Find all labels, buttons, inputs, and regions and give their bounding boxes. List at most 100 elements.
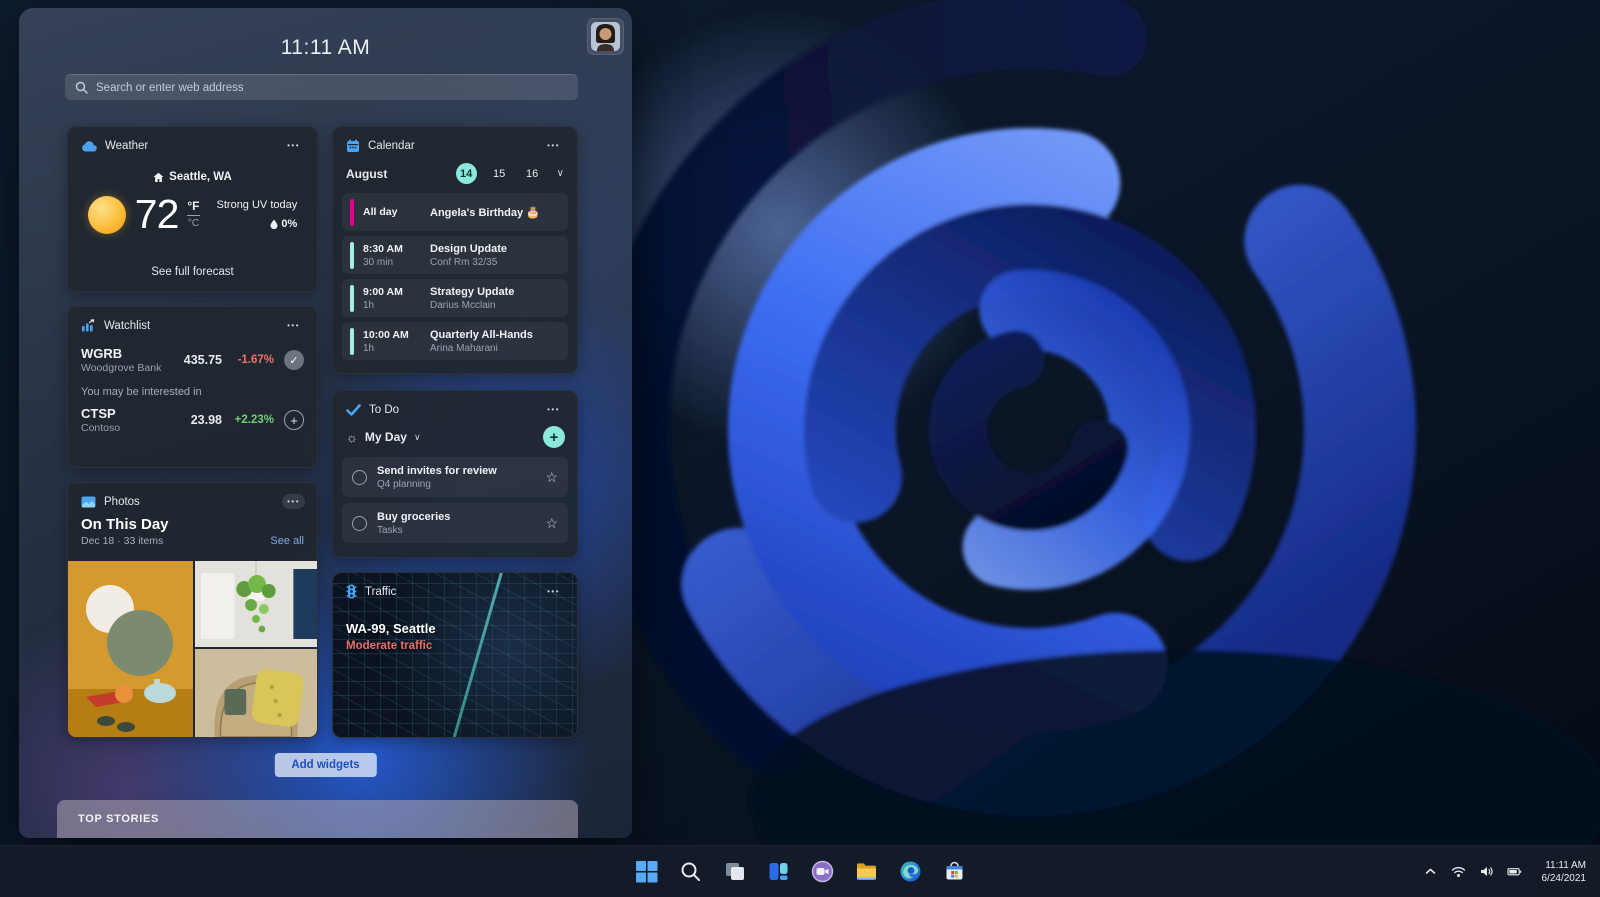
event-time: 9:00 AM — [363, 286, 421, 298]
top-stories-section[interactable]: TOP STORIES — [57, 800, 578, 838]
photo-thumbnail[interactable] — [195, 649, 317, 737]
event-title: Strategy Update — [430, 286, 514, 298]
photo-thumbnail[interactable] — [68, 561, 193, 737]
droplet-icon — [270, 219, 278, 229]
event-row[interactable]: 10:00 AM 1h Quarterly All-Hands Arina Ma… — [342, 322, 568, 360]
avatar-image — [591, 22, 620, 51]
battery-icon[interactable] — [1504, 858, 1526, 886]
calendar-title: Calendar — [368, 140, 415, 152]
watchlist-added-check-icon[interactable]: ✓ — [284, 350, 304, 370]
photos-subheading: Dec 18 · 33 items — [81, 535, 270, 547]
photo-thumbnail[interactable] — [195, 561, 317, 647]
event-duration: 30 min — [363, 257, 421, 268]
chair-pillow-photo — [195, 649, 317, 737]
search-icon — [679, 860, 702, 883]
unit-celsius[interactable]: °C — [188, 216, 199, 229]
widgets-button[interactable] — [761, 853, 795, 891]
user-avatar[interactable] — [587, 18, 624, 55]
calendar-widget: Calendar ••• August 14 15 16 ∨ All day — [332, 126, 578, 374]
task-complete-circle[interactable] — [352, 470, 367, 485]
photos-more-button[interactable]: ••• — [282, 494, 305, 509]
event-row[interactable]: 8:30 AM 30 min Design Update Conf Rm 32/… — [342, 236, 568, 274]
traffic-status: Moderate traffic — [346, 640, 577, 652]
task-view-button[interactable] — [717, 853, 751, 891]
stock-change: -1.67% — [222, 354, 274, 366]
todo-list-selector[interactable]: ☼ My Day ∨ + — [346, 426, 565, 448]
file-explorer-button[interactable] — [849, 853, 883, 891]
event-title: Quarterly All-Hands — [430, 329, 533, 341]
task-row[interactable]: Send invites for review Q4 planning ☆ — [342, 457, 568, 497]
tray-chevron-up-icon[interactable] — [1420, 858, 1442, 886]
todo-widget: To Do ••• ☼ My Day ∨ + Send invites for … — [332, 390, 578, 558]
wifi-icon[interactable] — [1448, 858, 1470, 886]
traffic-widget[interactable]: Traffic ••• WA-99, Seattle Moderate traf… — [332, 572, 578, 738]
task-complete-circle[interactable] — [352, 516, 367, 531]
date-chip-16[interactable]: 16 — [522, 163, 543, 184]
date-chip-15[interactable]: 15 — [489, 163, 510, 184]
stock-row[interactable]: WGRB Woodgrove Bank 435.75 -1.67% ✓ — [81, 346, 304, 374]
photo-grid — [68, 561, 317, 737]
still-life-photo — [68, 561, 193, 737]
stock-price: 435.75 — [170, 353, 222, 367]
calendar-date-row: August 14 15 16 ∨ — [346, 163, 564, 184]
traffic-more-button[interactable]: ••• — [542, 584, 565, 599]
calendar-month: August — [346, 167, 444, 181]
task-row[interactable]: Buy groceries Tasks ☆ — [342, 503, 568, 543]
watchlist-chart-icon — [81, 319, 96, 332]
see-all-link[interactable]: See all — [270, 535, 304, 547]
unit-fahrenheit[interactable]: °F — [187, 200, 199, 216]
event-color-bar — [350, 242, 354, 269]
search-icon — [75, 81, 88, 94]
see-full-forecast-link[interactable]: See full forecast — [68, 266, 317, 278]
event-duration: 1h — [363, 343, 421, 354]
my-day-sun-icon: ☼ — [346, 430, 358, 445]
tray-time: 11:11 AM — [1545, 860, 1586, 871]
edge-button[interactable] — [893, 853, 927, 891]
stock-company: Woodgrove Bank — [81, 362, 170, 374]
calendar-expand-chevron-icon[interactable]: ∨ — [557, 168, 564, 179]
traffic-title: Traffic — [365, 586, 396, 598]
event-title: Design Update — [430, 243, 507, 255]
event-subtitle: Darius Mcclain — [430, 300, 514, 311]
start-button[interactable] — [629, 853, 663, 891]
taskbar-search-button[interactable] — [673, 853, 707, 891]
event-row[interactable]: All day Angela's Birthday 🎂 — [342, 193, 568, 231]
taskbar: 11:11 AM 6/24/2021 — [0, 845, 1600, 897]
weather-more-button[interactable]: ••• — [282, 138, 305, 153]
traffic-light-icon — [346, 584, 357, 599]
top-stories-label: TOP STORIES — [78, 813, 159, 825]
watchlist-more-button[interactable]: ••• — [282, 318, 305, 333]
calendar-more-button[interactable]: ••• — [542, 138, 565, 153]
watchlist-title: Watchlist — [104, 320, 150, 332]
task-list: Send invites for review Q4 planning ☆ Bu… — [342, 457, 568, 543]
date-chip-14[interactable]: 14 — [456, 163, 477, 184]
todo-list-label: My Day — [365, 430, 407, 444]
store-button[interactable] — [937, 853, 971, 891]
photos-icon — [81, 496, 96, 508]
web-search-bar[interactable] — [65, 74, 578, 100]
unit-toggle[interactable]: °F °C — [187, 200, 199, 229]
add-widgets-button[interactable]: Add widgets — [274, 753, 376, 777]
task-star-icon[interactable]: ☆ — [545, 515, 558, 532]
search-input[interactable] — [96, 82, 568, 94]
tray-clock[interactable]: 11:11 AM 6/24/2021 — [1538, 857, 1591, 887]
weather-location-row[interactable]: Seattle, WA — [68, 171, 317, 183]
task-star-icon[interactable]: ☆ — [545, 469, 558, 486]
weather-current: 72 °F °C Strong UV today 0% — [68, 191, 317, 238]
add-to-watchlist-button[interactable]: + — [284, 410, 304, 430]
weather-location: Seattle, WA — [169, 171, 232, 183]
event-color-bar — [350, 328, 354, 355]
volume-icon[interactable] — [1476, 858, 1498, 886]
stock-company: Contoso — [81, 422, 170, 434]
event-time: 10:00 AM — [363, 329, 421, 341]
panel-clock: 11:11 AM — [19, 36, 632, 60]
chat-button[interactable] — [805, 853, 839, 891]
add-task-button[interactable]: + — [543, 426, 565, 448]
event-row[interactable]: 9:00 AM 1h Strategy Update Darius Mcclai… — [342, 279, 568, 317]
stock-row[interactable]: CTSP Contoso 23.98 +2.23% + — [81, 406, 304, 434]
stock-price: 23.98 — [170, 413, 222, 427]
system-tray: 11:11 AM 6/24/2021 — [1420, 846, 1591, 897]
todo-more-button[interactable]: ••• — [542, 402, 565, 417]
weather-cloud-icon — [81, 140, 97, 152]
photos-widget: Photos ••• On This Day Dec 18 · 33 items… — [67, 482, 318, 738]
